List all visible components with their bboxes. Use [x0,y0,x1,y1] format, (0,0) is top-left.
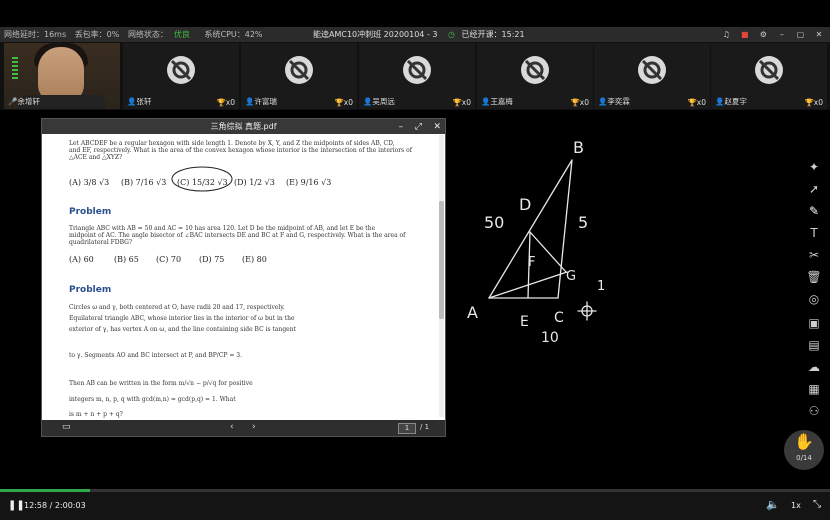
pdf-footer: ▭ ‹ › 1 / 1 [42,420,445,436]
select-arrow-icon[interactable]: ➚ [805,180,823,198]
problem-text: exterior of γ, has vertex A on ω, and th… [69,326,296,333]
text-tool-icon[interactable]: T [805,224,823,242]
label-c: C [554,310,564,326]
problem-text: Triangle ABC with AB = 50 and AC = 10 ha… [69,225,376,232]
pdf-scrollbar[interactable] [439,135,444,417]
label-a: A [467,303,478,322]
raise-hand-count: 0/14 [796,454,812,462]
pdf-title: 三角综拟 真题.pdf [210,122,277,131]
problem-text: integers m, n, p, q with gcd(m,n) = gcd(… [69,396,236,403]
pdf-viewer-window[interactable]: 三角综拟 真题.pdf – ⤢ ✕ Let ABCDEF be a regula… [41,118,446,437]
pdf-title-bar[interactable]: 三角综拟 真题.pdf – ⤢ ✕ [42,119,445,134]
shape-tool-icon[interactable]: ◎ [805,290,823,308]
label-b: B [573,138,584,157]
raise-hand-button[interactable]: ✋ 0/14 [784,430,824,470]
cloud-icon[interactable]: ☁ [805,358,823,376]
toolbox-icon[interactable]: ▦ [805,380,823,398]
problem-text: and EF, respectively. What is the area o… [69,147,412,154]
answer-choice: (B) 65 [114,255,139,264]
label-10: 10 [541,330,559,346]
pdf-scroll-thumb[interactable] [439,201,444,319]
close-icon[interactable]: ✕ [433,122,441,132]
answer-choice: (E) 80 [242,255,267,264]
problem-text: Circles ω and γ, both centered at O, hav… [69,304,285,311]
answer-choice: (B) 7/16 √3 [121,178,167,187]
tool-sidebar: ✦ ➚ ✎ T ✂ 🗑 ◎ ▣ ▤ ☁ ▦ ⚇ [799,150,829,420]
problem-text: quadrilateral FDBG? [69,239,133,246]
problem-text: midpoint of AC. The angle bisector of ∠B… [69,232,406,239]
volume-icon[interactable]: 🔈 [766,498,780,511]
answer-choice: (E) 9/16 √3 [286,178,332,187]
pdf-page[interactable]: Let ABCDEF be a regular hexagon with sid… [42,134,437,419]
problem-text: △ACE and △XYZ? [69,154,123,161]
fullscreen-icon[interactable]: ⤡ [813,499,821,510]
image-icon[interactable]: ▣ [805,314,823,332]
answer-circle-annotation [171,166,233,192]
answer-choice: (D) 1/2 √3 [234,178,275,187]
label-1: 1 [597,279,605,294]
label-e: E [520,314,529,330]
trash-icon[interactable]: 🗑 [805,268,823,286]
problem-text: to γ. Segments AO and BC intersect at P,… [69,352,243,359]
problem-text: Then AB can be written in the form m/√n … [69,380,253,387]
hand-icon: ✋ [794,432,814,451]
prev-page-button[interactable]: ‹ [230,422,234,432]
label-f: F [528,255,535,270]
answer-choice: (C) 70 [156,255,182,264]
problem-heading: Problem [69,207,112,217]
pause-icon[interactable]: ❚❚ [8,500,25,511]
answer-choice: (A) 60 [69,255,94,264]
speed-button[interactable]: 1x [791,501,801,510]
answer-choice: (D) 75 [199,255,225,264]
label-50: 50 [484,213,504,232]
problem-heading: Problem [69,285,112,295]
problem-text: is m + n + p + q? [69,411,123,418]
laser-pointer-icon[interactable]: ✦ [805,158,823,176]
page-total: / 1 [420,423,430,431]
minimize-icon[interactable]: – [399,122,404,132]
expand-icon[interactable]: ⤢ [415,122,422,132]
scissors-icon[interactable]: ✂ [805,246,823,264]
label-d: D [519,195,531,214]
users-icon[interactable]: ⚇ [805,402,823,420]
label-5: 5 [578,213,588,232]
playback-time: 12:58 / 2:00:03 [24,501,86,510]
label-g: G [566,269,576,284]
thumbnail-icon[interactable]: ▭ [62,422,71,432]
chat-icon[interactable]: ▤ [805,336,823,354]
pen-icon[interactable]: ✎ [805,202,823,220]
playback-controls: ❚❚ 12:58 / 2:00:03 🔈 1x ⤡ [0,492,830,520]
next-page-button[interactable]: › [252,422,256,432]
problem-text: Equilateral triangle ABC, whose interior… [69,315,295,322]
problem-text: Let ABCDEF be a regular hexagon with sid… [69,140,395,147]
page-number-input[interactable]: 1 [398,423,416,434]
answer-choice: (A) 3/8 √3 [69,178,110,187]
